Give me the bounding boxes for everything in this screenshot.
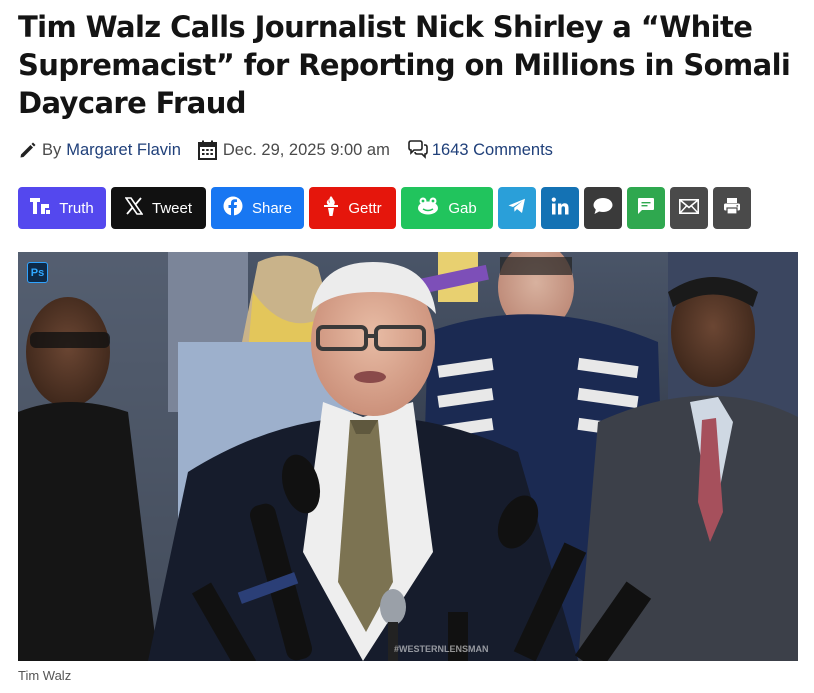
- share-x-label: Tweet: [151, 199, 193, 217]
- share-gettr-label: Gettr: [348, 199, 382, 217]
- facebook-icon: [223, 196, 243, 220]
- share-gab-button[interactable]: Gab: [401, 187, 493, 229]
- linkedin-icon: [551, 197, 569, 219]
- share-gab-label: Gab: [448, 199, 477, 217]
- share-comment-button[interactable]: [584, 187, 622, 229]
- hero-image: Ps #WESTERNLENSMAN: [18, 252, 798, 661]
- share-x-button[interactable]: Tweet: [111, 187, 206, 229]
- publish-date: Dec. 29, 2025 9:00 am: [222, 140, 390, 159]
- share-sms-button[interactable]: [627, 187, 665, 229]
- print-icon: [723, 197, 741, 219]
- truth-social-icon: [30, 197, 51, 219]
- share-facebook-button[interactable]: Share: [211, 187, 304, 229]
- comments-icon: [407, 140, 429, 160]
- byline-prefix: By: [42, 140, 62, 159]
- author-block: By Margaret Flavin: [18, 140, 181, 160]
- telegram-icon: [508, 198, 526, 218]
- comments-link[interactable]: 1643 Comments: [432, 141, 553, 160]
- gab-icon: [417, 197, 439, 219]
- author-link[interactable]: Margaret Flavin: [66, 141, 181, 160]
- article-meta: By Margaret Flavin Dec. 29, 2025 9:00 am…: [18, 138, 808, 162]
- image-caption: Tim Walz: [18, 668, 72, 683]
- article: Tim Walz Calls Journalist Nick Shirley a…: [18, 0, 808, 683]
- sms-icon: [637, 197, 655, 219]
- share-truth-button[interactable]: Truth: [18, 187, 106, 229]
- x-icon: [124, 197, 144, 219]
- share-gettr-button[interactable]: Gettr: [309, 187, 396, 229]
- share-buttons: Truth Tweet Share Gettr Gab: [18, 187, 808, 229]
- press-conference-photo: [18, 252, 798, 661]
- calendar-icon: [197, 140, 217, 160]
- article-title: Tim Walz Calls Journalist Nick Shirley a…: [18, 10, 791, 120]
- share-linkedin-button[interactable]: [541, 187, 579, 229]
- share-facebook-label: Share: [251, 199, 293, 217]
- share-email-button[interactable]: [670, 187, 708, 229]
- image-watermark: #WESTERNLENSMAN: [394, 644, 489, 654]
- email-icon: [679, 198, 699, 218]
- share-print-button[interactable]: [713, 187, 751, 229]
- photoshop-badge: Ps: [27, 262, 48, 283]
- date-block: Dec. 29, 2025 9:00 am: [197, 140, 390, 160]
- share-telegram-button[interactable]: [498, 187, 536, 229]
- pencil-icon: [18, 140, 38, 160]
- gettr-icon: [323, 196, 339, 220]
- share-truth-label: Truth: [59, 199, 94, 217]
- comment-bubble-icon: [593, 197, 613, 219]
- comments-block[interactable]: 1643 Comments: [407, 140, 553, 160]
